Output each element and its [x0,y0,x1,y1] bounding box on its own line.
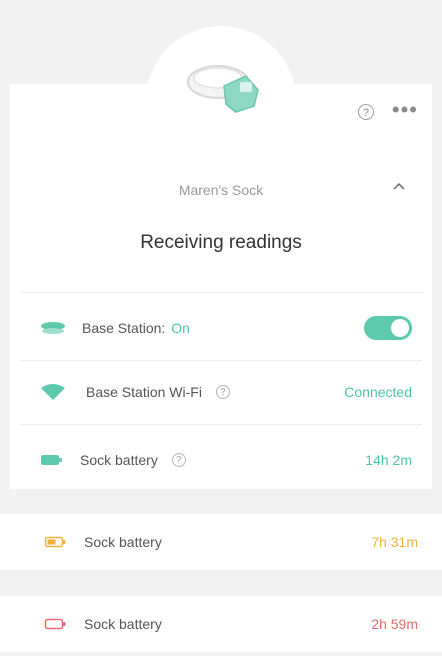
sock-battery-label: Sock battery [84,616,162,632]
base-station-label: Base Station: On [82,320,190,336]
base-station-text: Base Station: [82,320,166,336]
battery-medium-icon [44,536,66,548]
base-station-wifi-row: Base Station Wi-Fi ? Connected [10,360,432,424]
base-station-state: On [171,320,190,336]
toggle-knob [391,319,409,337]
sock-battery-low-row: Sock battery 2h 59m [0,596,442,652]
info-icon[interactable]: ? [215,385,230,399]
divider [20,292,422,293]
chevron-up-icon[interactable] [392,180,406,194]
base-station-row: Base Station: On [10,296,432,360]
base-station-icon [41,322,65,334]
more-options-icon[interactable]: ••• [392,99,418,121]
divider [20,424,422,425]
sock-battery-label: Sock battery ? [80,452,186,468]
sock-battery-medium-row: Sock battery 7h 31m [0,514,442,570]
battery-low-icon [44,618,66,630]
sock-battery-row: Sock battery ? 14h 2m [10,428,432,492]
sock-device-icon [187,65,259,113]
connection-status: Receiving readings [140,232,302,253]
help-icon[interactable]: ? [357,104,374,120]
sock-battery-text: Sock battery [80,452,158,468]
sock-battery-label: Sock battery [84,534,162,550]
info-icon[interactable]: ? [171,453,186,467]
base-station-toggle[interactable] [364,316,412,340]
sock-battery-time: 7h 31m [371,534,418,550]
wifi-status: Connected [344,384,412,400]
wifi-text: Base Station Wi-Fi [86,384,202,400]
wifi-label: Base Station Wi-Fi ? [86,384,230,400]
sock-battery-time: 2h 59m [371,616,418,632]
battery-full-icon [41,455,62,465]
wifi-icon [41,384,65,400]
device-name: Maren's Sock [178,182,264,198]
sock-battery-time: 14h 2m [365,452,412,468]
